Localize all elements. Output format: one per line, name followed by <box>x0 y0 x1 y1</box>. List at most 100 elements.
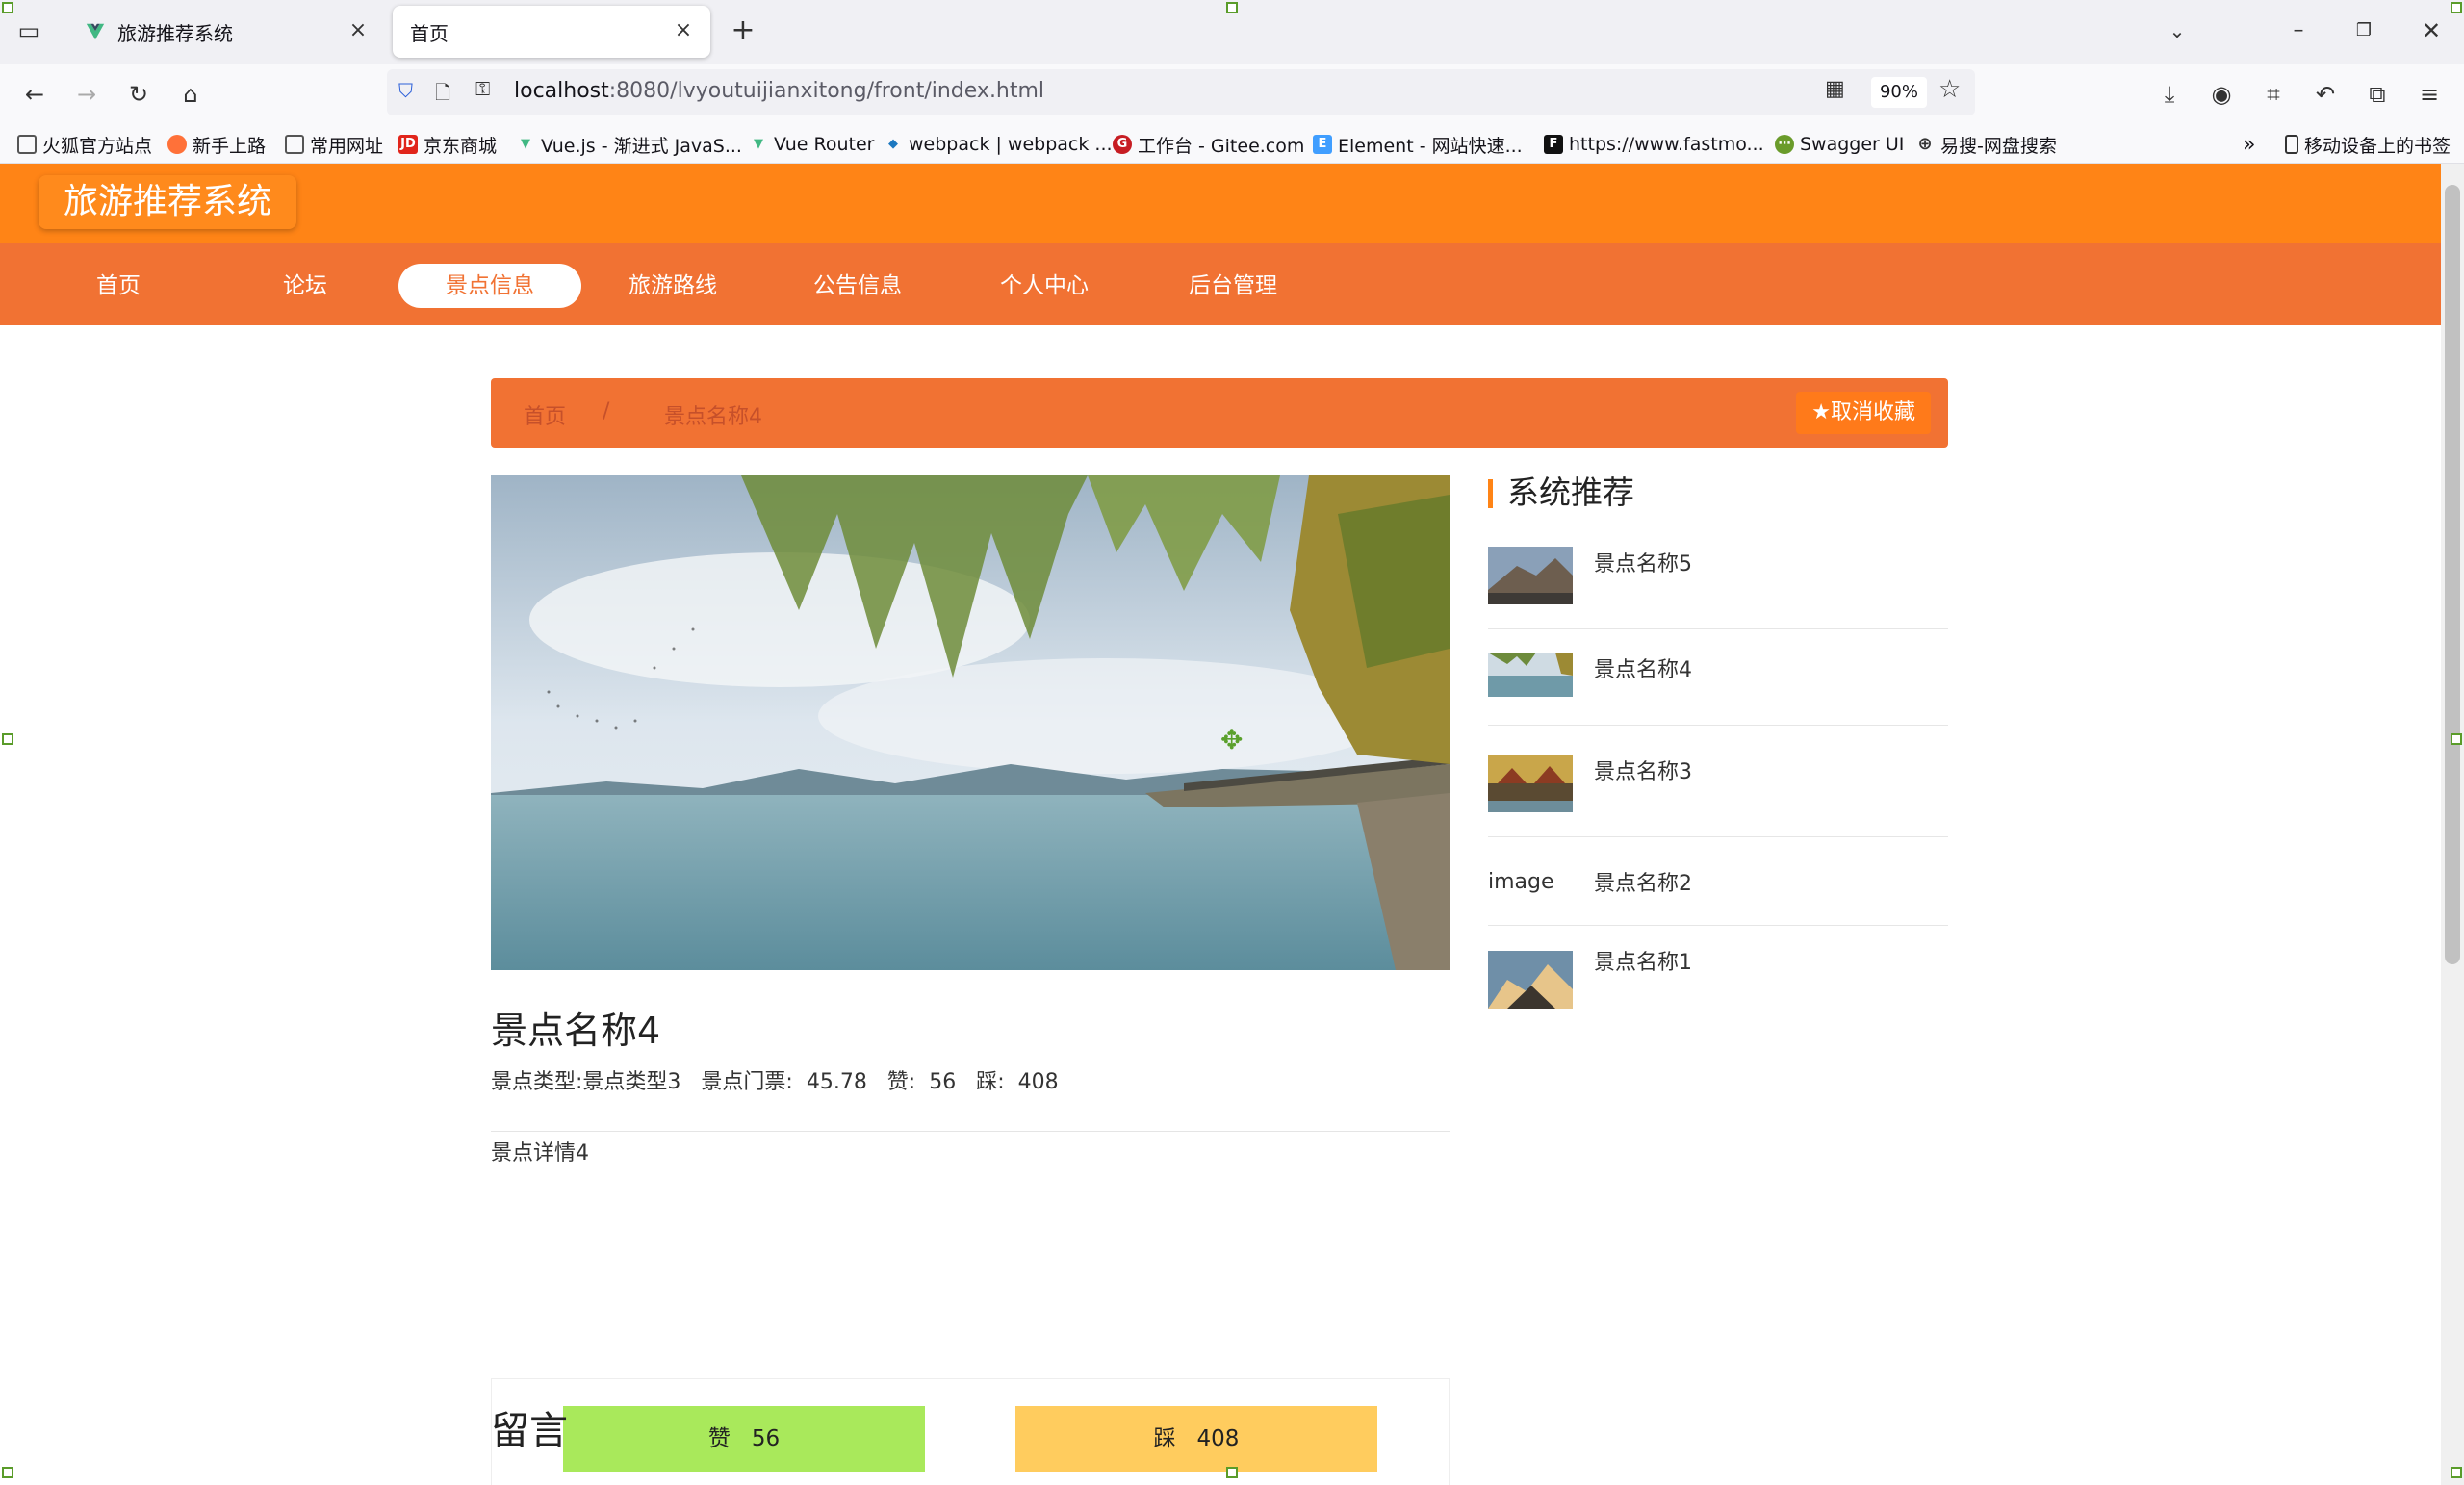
selection-handle[interactable] <box>2451 2 2462 13</box>
bookmark-item[interactable]: ⋯ Swagger UI <box>1775 131 1904 158</box>
home-icon[interactable]: ⌂ <box>171 75 210 114</box>
browser-tab-1[interactable]: 旅游推荐系统 × <box>67 6 385 58</box>
nav-profile[interactable]: 个人中心 <box>953 264 1136 308</box>
broken-image-alt[interactable]: image <box>1488 870 1554 894</box>
bookmark-label: 移动设备上的书签 <box>2304 135 2451 157</box>
recommend-name[interactable]: 景点名称3 <box>1594 755 1692 785</box>
like-button[interactable]: 赞 56 <box>563 1406 925 1472</box>
browser-tab-2[interactable]: 首页 × <box>393 6 710 58</box>
url-text[interactable]: localhost:8080/lvyoutuijianxitong/front/… <box>514 79 1044 103</box>
recommend-thumbnail[interactable] <box>1488 755 1573 812</box>
recommend-item[interactable]: image 景点名称2 <box>1488 837 1948 926</box>
bookmark-item[interactable]: JD 京东商城 <box>398 131 497 158</box>
tab-overflow-icon[interactable]: ⌄ <box>2158 12 2196 50</box>
folder-icon <box>285 135 304 154</box>
bookmark-item[interactable]: 火狐官方站点 <box>17 131 152 158</box>
bookmark-label: 常用网址 <box>310 135 384 157</box>
site-title[interactable]: 旅游推荐系统 <box>38 175 297 229</box>
selection-handle[interactable] <box>1226 2 1238 13</box>
globe-icon: ⊕ <box>1917 134 1933 154</box>
bookmark-item[interactable]: Fhttps://www.fastmo... <box>1544 131 1764 158</box>
bookmarks-overflow-icon[interactable]: » <box>2243 131 2255 158</box>
likes-value: 56 <box>929 1070 957 1094</box>
bookmarks-bar: 火狐官方站点 新手上路 常用网址 JD 京东商城 ▼ Vue.js - 渐进式 Ja… <box>0 125 2464 164</box>
nav-admin[interactable]: 后台管理 <box>1142 264 1324 308</box>
recommend-item[interactable]: 景点名称1 <box>1488 926 1948 1037</box>
shield-icon[interactable]: ⛉ <box>398 79 413 102</box>
selection-handle[interactable] <box>2 2 13 13</box>
bookmark-label: 京东商城 <box>424 135 498 157</box>
recommend-item[interactable]: 景点名称5 <box>1488 541 1948 629</box>
selection-handle[interactable] <box>2 1467 13 1478</box>
breadcrumb-home[interactable]: 首页 <box>524 399 566 430</box>
bookmark-item[interactable]: E Element - 网站快速... <box>1313 131 1523 158</box>
recommendations-heading: 系统推荐 <box>1488 475 1634 510</box>
page-scrollbar[interactable] <box>2441 164 2464 1485</box>
selection-handle[interactable] <box>2451 733 2462 745</box>
extensions-icon[interactable]: ⧉ <box>2358 75 2397 114</box>
undo-icon[interactable]: ↶ <box>2306 75 2345 114</box>
scrollbar-thumb[interactable] <box>2445 185 2460 964</box>
tab-title: 旅游推荐系统 <box>117 21 233 45</box>
recommend-thumbnail[interactable] <box>1488 547 1573 604</box>
divider <box>491 1131 1450 1132</box>
selection-handle[interactable] <box>2 733 13 745</box>
bookmark-item[interactable]: ◆ webpack | webpack ... <box>884 131 1113 158</box>
account-icon[interactable]: ◉ <box>2202 75 2241 114</box>
close-window-icon[interactable]: ✕ <box>2412 12 2451 50</box>
bookmark-label: Vue Router <box>774 134 875 155</box>
menu-icon[interactable]: ≡ <box>2410 75 2449 114</box>
dislike-button[interactable]: 踩 408 <box>1015 1406 1377 1472</box>
unfavorite-button[interactable]: ★取消收藏 <box>1796 392 1931 434</box>
new-tab-icon[interactable]: + <box>724 12 762 50</box>
close-tab-icon[interactable]: × <box>670 17 697 44</box>
crop-icon[interactable]: ⌗ <box>2254 75 2293 114</box>
firefox-icon <box>167 135 187 154</box>
nav-forum[interactable]: 论坛 <box>214 264 397 308</box>
restore-icon[interactable]: ❐ <box>2345 12 2383 50</box>
nav-home[interactable]: 首页 <box>27 264 210 308</box>
qr-code-icon[interactable]: ▦ <box>1825 77 1845 101</box>
spot-title: 景点名称4 <box>491 1010 661 1052</box>
recommend-item[interactable]: 景点名称3 <box>1488 726 1948 837</box>
bookmark-item[interactable]: 新手上路 <box>167 131 266 158</box>
site-nav: 首页 论坛 景点信息 旅游路线 公告信息 个人中心 后台管理 <box>0 243 2441 325</box>
selection-handle[interactable] <box>2451 1467 2462 1478</box>
back-icon[interactable]: ← <box>15 75 54 114</box>
nav-announcements[interactable]: 公告信息 <box>766 264 949 308</box>
recommend-name[interactable]: 景点名称1 <box>1594 945 1692 976</box>
gitee-icon: G <box>1113 135 1132 154</box>
reload-icon[interactable]: ↻ <box>119 75 158 114</box>
type-value: 景点类型3 <box>582 1070 681 1094</box>
tab-list-icon[interactable]: ▭ <box>10 12 48 50</box>
bookmark-item[interactable]: ▼ Vue.js - 渐进式 JavaS... <box>516 131 742 158</box>
recommend-name[interactable]: 景点名称4 <box>1594 653 1692 683</box>
recommend-name[interactable]: 景点名称5 <box>1594 547 1692 577</box>
page-icon[interactable]: 🗋 <box>435 79 450 112</box>
recommend-thumbnail[interactable] <box>1488 653 1573 697</box>
bookmark-item[interactable]: G 工作台 - Gitee.com <box>1113 131 1304 158</box>
bookmark-item[interactable]: 常用网址 <box>285 131 383 158</box>
zoom-level[interactable]: 90% <box>1871 77 1927 108</box>
recommend-name[interactable]: 景点名称2 <box>1594 866 1692 897</box>
dislikes-label: 踩: <box>976 1070 1005 1094</box>
mobile-bookmarks[interactable]: 移动设备上的书签 <box>2285 131 2451 158</box>
folder-icon <box>17 135 37 154</box>
recommend-thumbnail[interactable] <box>1488 951 1573 1009</box>
bookmark-item[interactable]: ⊕ 易搜-网盘搜索 <box>1915 131 2056 158</box>
recommend-item[interactable]: 景点名称4 <box>1488 629 1948 726</box>
close-tab-icon[interactable]: × <box>345 17 372 44</box>
mobile-icon <box>2285 135 2298 154</box>
download-icon[interactable]: ⤓ <box>2150 75 2189 114</box>
page-viewport: 旅游推荐系统 首页 论坛 景点信息 旅游路线 公告信息 个人中心 后台管理 首页… <box>0 164 2441 1485</box>
nav-attractions[interactable]: 景点信息 <box>398 264 581 308</box>
vote-box: 赞 56 踩 408 <box>491 1378 1450 1485</box>
selection-handle[interactable] <box>1226 1467 1238 1478</box>
nav-routes[interactable]: 旅游路线 <box>581 264 764 308</box>
address-bar[interactable]: ⛉ 🗋 ⚿ localhost:8080/lvyoutuijianxitong/… <box>387 69 1975 115</box>
forward-icon[interactable]: → <box>67 75 106 114</box>
bookmark-star-icon[interactable]: ☆ <box>1938 75 1961 104</box>
key-icon[interactable]: ⚿ <box>475 77 490 100</box>
minimize-icon[interactable]: – <box>2279 12 2318 50</box>
bookmark-item[interactable]: ▼ Vue Router <box>749 131 874 158</box>
